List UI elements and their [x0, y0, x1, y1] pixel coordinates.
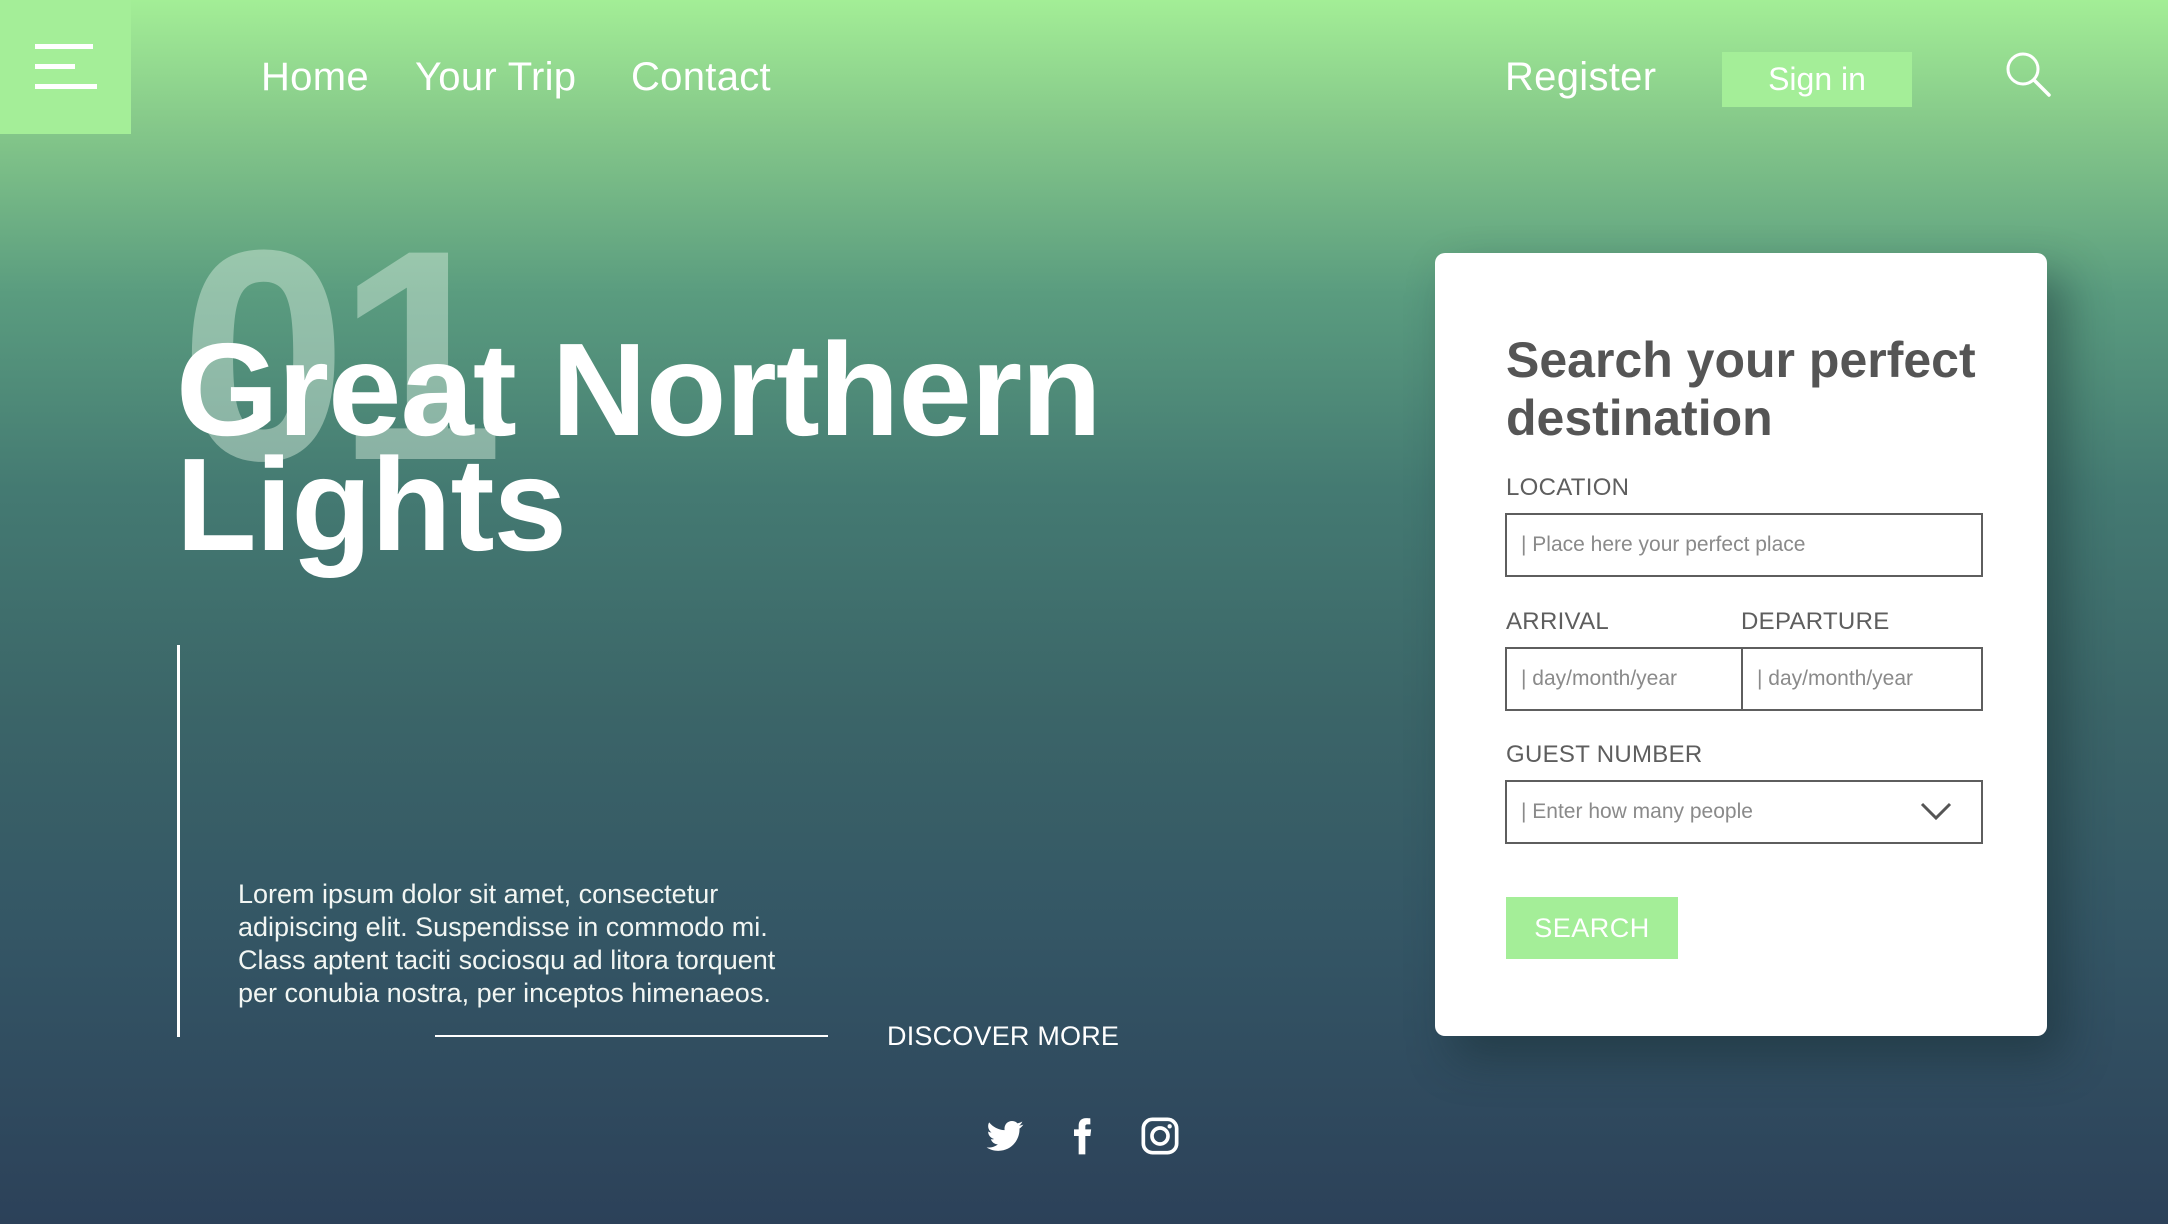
register-link[interactable]: Register	[1505, 52, 1656, 102]
facebook-icon[interactable]	[1062, 1116, 1102, 1156]
horizontal-divider	[435, 1035, 828, 1037]
search-card-title: Search your perfect destination	[1506, 332, 1976, 446]
location-label: LOCATION	[1506, 474, 1630, 501]
hero-title: Great Northern Lights	[176, 316, 1176, 578]
vertical-divider	[177, 645, 180, 1037]
departure-label: DEPARTURE	[1741, 608, 1890, 635]
arrival-date-input[interactable]	[1505, 647, 1743, 711]
menu-button[interactable]	[0, 0, 131, 134]
departure-date-input[interactable]	[1741, 647, 1983, 711]
guest-number-value: | Enter how many people	[1521, 800, 1753, 823]
hero-title-line-2: Lights	[176, 431, 567, 578]
discover-more-link[interactable]: DISCOVER MORE	[887, 1018, 1119, 1054]
nav-your-trip[interactable]: Your Trip	[415, 52, 576, 102]
chevron-down-icon	[1920, 802, 1952, 821]
search-icon[interactable]	[2004, 50, 2052, 98]
hamburger-icon	[34, 44, 97, 89]
nav-home[interactable]: Home	[261, 52, 369, 102]
nav-contact[interactable]: Contact	[631, 52, 771, 102]
hero-description: Lorem ipsum dolor sit amet, consectetur …	[238, 879, 776, 1008]
sign-in-button[interactable]: Sign in	[1722, 52, 1912, 107]
hero-title-line-1: Great Northern	[176, 316, 1102, 463]
location-input[interactable]	[1505, 513, 1983, 577]
instagram-icon[interactable]	[1140, 1116, 1180, 1156]
twitter-icon[interactable]	[985, 1116, 1025, 1156]
search-button[interactable]: SEARCH	[1506, 897, 1678, 959]
arrival-label: ARRIVAL	[1506, 608, 1610, 635]
guest-number-label: GUEST NUMBER	[1506, 741, 1703, 768]
guest-number-select[interactable]: | Enter how many people	[1505, 780, 1983, 844]
search-card: Search your perfect destination LOCATION…	[1435, 253, 2047, 1036]
